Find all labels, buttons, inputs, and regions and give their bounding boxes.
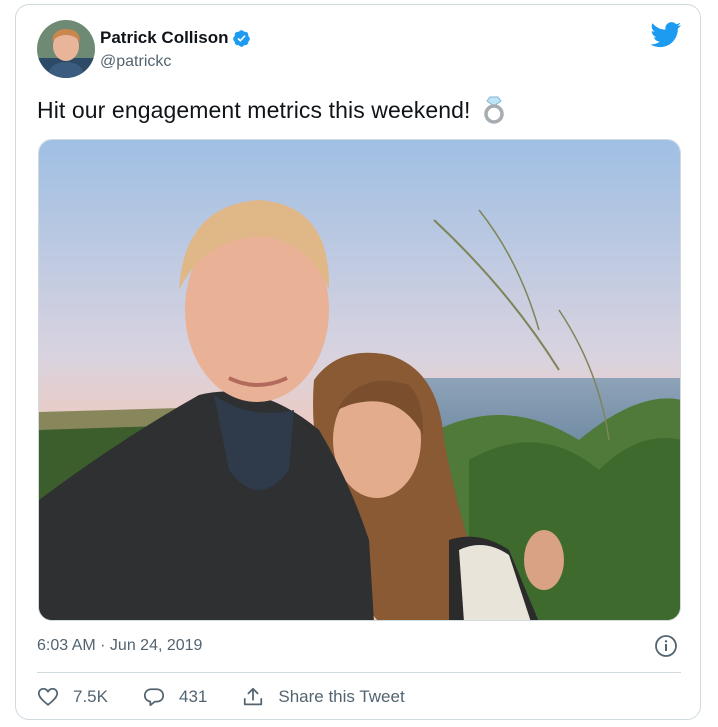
author-name[interactable]: Patrick Collison <box>100 28 251 48</box>
like-count: 7.5K <box>73 687 108 706</box>
author-handle[interactable]: @patrickc <box>100 53 171 71</box>
tweet-card: Patrick Collison @patrickc Hit our engag… <box>15 4 701 720</box>
photo[interactable] <box>38 139 681 621</box>
reply-count: 431 <box>178 687 208 706</box>
info-icon[interactable] <box>654 634 678 658</box>
like-button[interactable]: 7.5K <box>37 686 108 708</box>
heart-icon <box>37 687 59 706</box>
divider <box>37 672 681 673</box>
tweet-text: Hit our engagement metrics this weekend! <box>37 95 505 125</box>
ring-icon <box>483 96 504 124</box>
tweet-timestamp[interactable]: 6:03 AM · Jun 24, 2019 <box>37 637 202 655</box>
reply-icon <box>143 688 165 707</box>
avatar[interactable] <box>37 20 95 78</box>
share-label: Share this Tweet <box>278 687 405 706</box>
verified-badge-icon <box>233 29 251 47</box>
reply-button[interactable]: 431 <box>143 686 207 708</box>
action-bar: 7.5K 431 Share this Tweet <box>37 683 440 711</box>
share-icon <box>244 687 263 706</box>
tweet-text-body: Hit our engagement metrics this weekend! <box>37 96 471 123</box>
share-button[interactable]: Share this Tweet <box>242 686 405 708</box>
author-name-text: Patrick Collison <box>100 28 229 47</box>
twitter-bird-icon[interactable] <box>650 22 682 48</box>
